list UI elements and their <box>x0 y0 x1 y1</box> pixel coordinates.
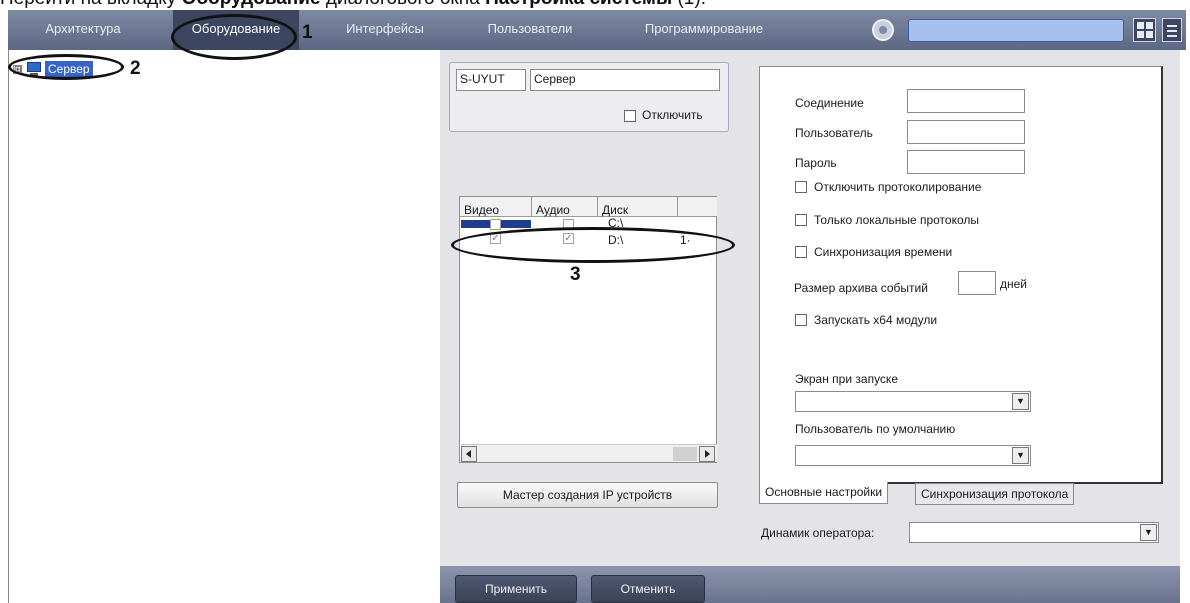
chevron-down-icon[interactable]: ▼ <box>1012 393 1029 410</box>
run-x64-checkbox[interactable] <box>795 314 807 326</box>
table-row-1-video-checkbox[interactable] <box>490 219 501 230</box>
col-header-video[interactable]: Видео <box>460 197 532 217</box>
local-logs-checkbox[interactable] <box>795 214 807 226</box>
horizontal-scrollbar[interactable] <box>461 444 717 462</box>
disable-label: Отключить <box>642 108 703 122</box>
disable-checkbox[interactable] <box>624 110 636 122</box>
grid-icon <box>1137 22 1144 29</box>
server-name-field[interactable]: Сервер <box>530 69 720 91</box>
menu-icon <box>1167 25 1177 27</box>
archive-size-label: Размер архива событий <box>794 281 928 295</box>
tab-interfaces[interactable]: Интерфейсы <box>326 10 444 50</box>
archive-size-unit: дней <box>1000 277 1028 291</box>
annotation-number-1: 1 <box>302 22 313 43</box>
annotation-oval-3 <box>451 227 735 263</box>
password-field[interactable] <box>907 150 1025 174</box>
logo-icon <box>872 19 894 41</box>
default-user-select[interactable]: ▼ <box>795 445 1031 466</box>
hardware-tree: ⊞ Сервер <box>8 50 440 603</box>
annotation-oval-1 <box>171 14 297 60</box>
caption-prefix: Перейти на вкладку <box>0 0 182 8</box>
disable-logging-label: Отключить протоколирование <box>814 180 982 194</box>
tab-programming[interactable]: Программирование <box>620 10 788 50</box>
startup-screen-select[interactable]: ▼ <box>795 391 1031 412</box>
password-label: Пароль <box>795 156 837 170</box>
user-label: Пользователь <box>795 126 873 140</box>
disable-logging-checkbox[interactable] <box>795 181 807 193</box>
scroll-left-icon[interactable] <box>461 446 477 462</box>
run-x64-label: Запускать x64 модули <box>814 313 938 327</box>
tab-main-settings[interactable]: Основные настройки <box>759 482 889 504</box>
server-id-field[interactable]: S-UYUT <box>456 69 526 91</box>
speaker-label: Динамик оператора: <box>761 526 875 540</box>
doc-caption: Перейти на вкладку Оборудование диалогов… <box>0 0 1190 8</box>
col-header-audio[interactable]: Аудио <box>532 197 598 217</box>
speaker-select[interactable]: ▼ <box>909 522 1159 543</box>
annotation-number-2: 2 <box>130 58 141 79</box>
apply-button[interactable]: Применить <box>455 575 577 603</box>
tab-users[interactable]: Пользователи <box>470 10 590 50</box>
archive-size-field[interactable] <box>958 271 996 295</box>
startup-screen-label: Экран при запуске <box>795 372 898 386</box>
server-name-box: S-UYUT Сервер Отключить <box>449 62 729 132</box>
col-header-disk[interactable]: Диск <box>598 197 678 217</box>
caption-bold-2: Настройка системы <box>485 0 672 8</box>
ip-wizard-button[interactable]: Мастер создания IP устройств <box>457 482 718 508</box>
caption-bold-1: Оборудование <box>182 0 321 8</box>
tab-architecture[interactable]: Архитектура <box>8 10 158 50</box>
col-header-extra <box>678 197 717 217</box>
time-sync-checkbox[interactable] <box>795 246 807 258</box>
chevron-down-icon[interactable]: ▼ <box>1140 524 1157 541</box>
annotation-oval-2 <box>8 54 124 80</box>
cancel-button[interactable]: Отменить <box>591 575 705 603</box>
scroll-thumb[interactable] <box>673 447 697 461</box>
scroll-right-icon[interactable] <box>699 446 715 462</box>
tab-log-sync[interactable]: Синхронизация протокола <box>915 483 1075 505</box>
caption-suffix: (1). <box>672 0 706 8</box>
time-sync-label: Синхронизация времени <box>814 245 953 259</box>
layout-grid-button[interactable] <box>1133 18 1156 42</box>
connection-label: Соединение <box>795 96 864 110</box>
chevron-down-icon[interactable]: ▼ <box>1012 447 1029 464</box>
user-field[interactable] <box>907 120 1025 144</box>
connection-field[interactable] <box>907 89 1025 113</box>
menu-button[interactable] <box>1162 18 1182 42</box>
annotation-number-3: 3 <box>570 264 581 285</box>
search-input[interactable] <box>908 19 1124 42</box>
caption-middle: диалогового окна <box>321 0 486 8</box>
default-user-label: Пользователь по умолчанию <box>795 422 956 436</box>
local-logs-label: Только локальные протоколы <box>814 213 979 227</box>
